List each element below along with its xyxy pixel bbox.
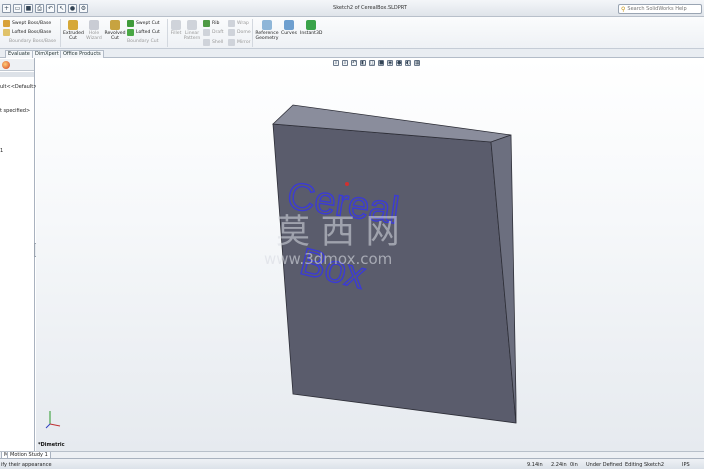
rebuild-icon[interactable]: ● [68, 4, 77, 13]
swept-boss-icon [3, 20, 10, 27]
title-bar: + ▭ ■ ⎙ ↶ ↖ ● ⚙ Sketch2 of CerealBox.SLD… [0, 0, 704, 17]
boundary-cut-button[interactable]: Boundary Cut [127, 39, 159, 44]
tab-evaluate[interactable]: Evaluate [5, 50, 33, 58]
new-document-icon[interactable]: + [2, 4, 11, 13]
save-icon[interactable]: ■ [24, 4, 33, 13]
draft-icon [203, 29, 210, 36]
options-icon[interactable]: ⚙ [79, 4, 88, 13]
cereal-box-model[interactable]: Cereal Box 莫 西 网 www.3dmox.com [36, 58, 704, 451]
status-z-coordinate: 0in [570, 462, 578, 468]
shell-icon [203, 39, 210, 46]
dome-button[interactable]: Dome [228, 29, 251, 36]
feature-manager-scrollbar[interactable] [0, 72, 34, 77]
open-folder-icon[interactable]: ▭ [13, 4, 22, 13]
window-title: Sketch2 of CerealBox.SLDPRT [333, 5, 407, 11]
linear-pattern-icon [187, 20, 197, 30]
hole-wizard-icon [89, 20, 99, 30]
command-manager-tabs: Evaluate DimXpert Office Products [0, 49, 704, 58]
swept-cut-icon [127, 20, 134, 27]
reference-geometry-button[interactable]: Reference Geometry [254, 20, 280, 41]
status-bar: ify their appearance 9.14in 2.24in 0in U… [0, 458, 704, 469]
tab-dimxpert[interactable]: DimXpert [32, 50, 62, 58]
lofted-cut-button[interactable]: Lofted Cut [127, 29, 160, 36]
swept-cut-button[interactable]: Swept Cut [127, 20, 160, 27]
help-search-box[interactable]: ⚲ [618, 4, 702, 14]
material-row[interactable]: ult<<Default> [0, 84, 37, 90]
quick-access-toolbar: + ▭ ■ ⎙ ↶ ↖ ● ⚙ [2, 3, 88, 14]
extruded-cut-icon [68, 20, 78, 30]
help-search-input[interactable] [627, 6, 690, 12]
bottom-tab-strip: Model Motion Study 1 [0, 451, 704, 459]
hole-wizard-button[interactable]: Hole Wizard [85, 20, 103, 41]
status-x-coordinate: 9.14in [527, 462, 543, 468]
undo-icon[interactable]: ↶ [46, 4, 55, 13]
wrap-button[interactable]: Wrap [228, 20, 249, 27]
watermark-cn: 莫 西 网 [276, 212, 400, 252]
curves-icon [284, 20, 294, 30]
fillet-button[interactable]: Fillet [169, 20, 183, 36]
fillet-icon [171, 20, 181, 30]
tree-row-marker: 1 [0, 148, 4, 154]
swept-boss-button[interactable]: Swept Boss/Base [3, 20, 51, 27]
wrap-icon [228, 20, 235, 27]
instant3d-button[interactable]: Instant3D [300, 20, 322, 36]
reference-geometry-icon [262, 20, 272, 30]
curves-button[interactable]: Curves [280, 20, 298, 36]
not-specified-row[interactable]: t specified> [0, 108, 30, 114]
shell-button[interactable]: Shell [203, 39, 223, 46]
extruded-cut-button[interactable]: Extruded Cut [63, 20, 84, 41]
status-sketch-definition: Under Defined [586, 462, 623, 468]
status-y-coordinate: 2.24in [551, 462, 567, 468]
command-manager-ribbon: Swept Boss/Base Lofted Boss/Base Boundar… [0, 17, 704, 49]
rib-icon [203, 20, 210, 27]
draft-button[interactable]: Draft [203, 29, 224, 36]
feature-manager-panel: ult<<Default> t specified> 1 [0, 58, 37, 451]
mirror-button[interactable]: Mirror [228, 39, 251, 46]
search-icon: ⚲ [621, 5, 626, 13]
tab-office-products[interactable]: Office Products [60, 50, 104, 58]
view-orientation-label: *Dimetric [38, 442, 65, 448]
sketch-point-marker[interactable] [345, 182, 349, 186]
lofted-boss-icon [3, 29, 10, 36]
axis-triad-icon [45, 411, 61, 429]
print-icon[interactable]: ⎙ [35, 4, 44, 13]
status-hint: ify their appearance [1, 462, 52, 468]
rib-button[interactable]: Rib [203, 20, 219, 27]
lofted-cut-icon [127, 29, 134, 36]
lofted-boss-button[interactable]: Lofted Boss/Base [3, 29, 51, 36]
boundary-boss-button[interactable]: Boundary Boss/Base [9, 39, 56, 44]
feature-manager-header [0, 59, 34, 71]
instant3d-icon [306, 20, 316, 30]
status-editing: Editing Sketch2 [625, 462, 665, 468]
mirror-icon [228, 39, 235, 46]
watermark-url: www.3dmox.com [264, 250, 392, 268]
status-units[interactable]: IPS [682, 462, 690, 468]
solidworks-logo-icon[interactable] [2, 61, 10, 69]
dome-icon [228, 29, 235, 36]
select-icon[interactable]: ↖ [57, 4, 66, 13]
linear-pattern-button[interactable]: Linear Pattern [183, 20, 201, 41]
revolved-cut-button[interactable]: Revolved Cut [104, 20, 126, 41]
revolved-cut-icon [110, 20, 120, 30]
graphics-viewport[interactable]: ⌕ ⌕ ↶ ◧ ◫ ■ ◉ ● ◐ ▦ Cereal Box 莫 西 网 www… [36, 58, 704, 451]
